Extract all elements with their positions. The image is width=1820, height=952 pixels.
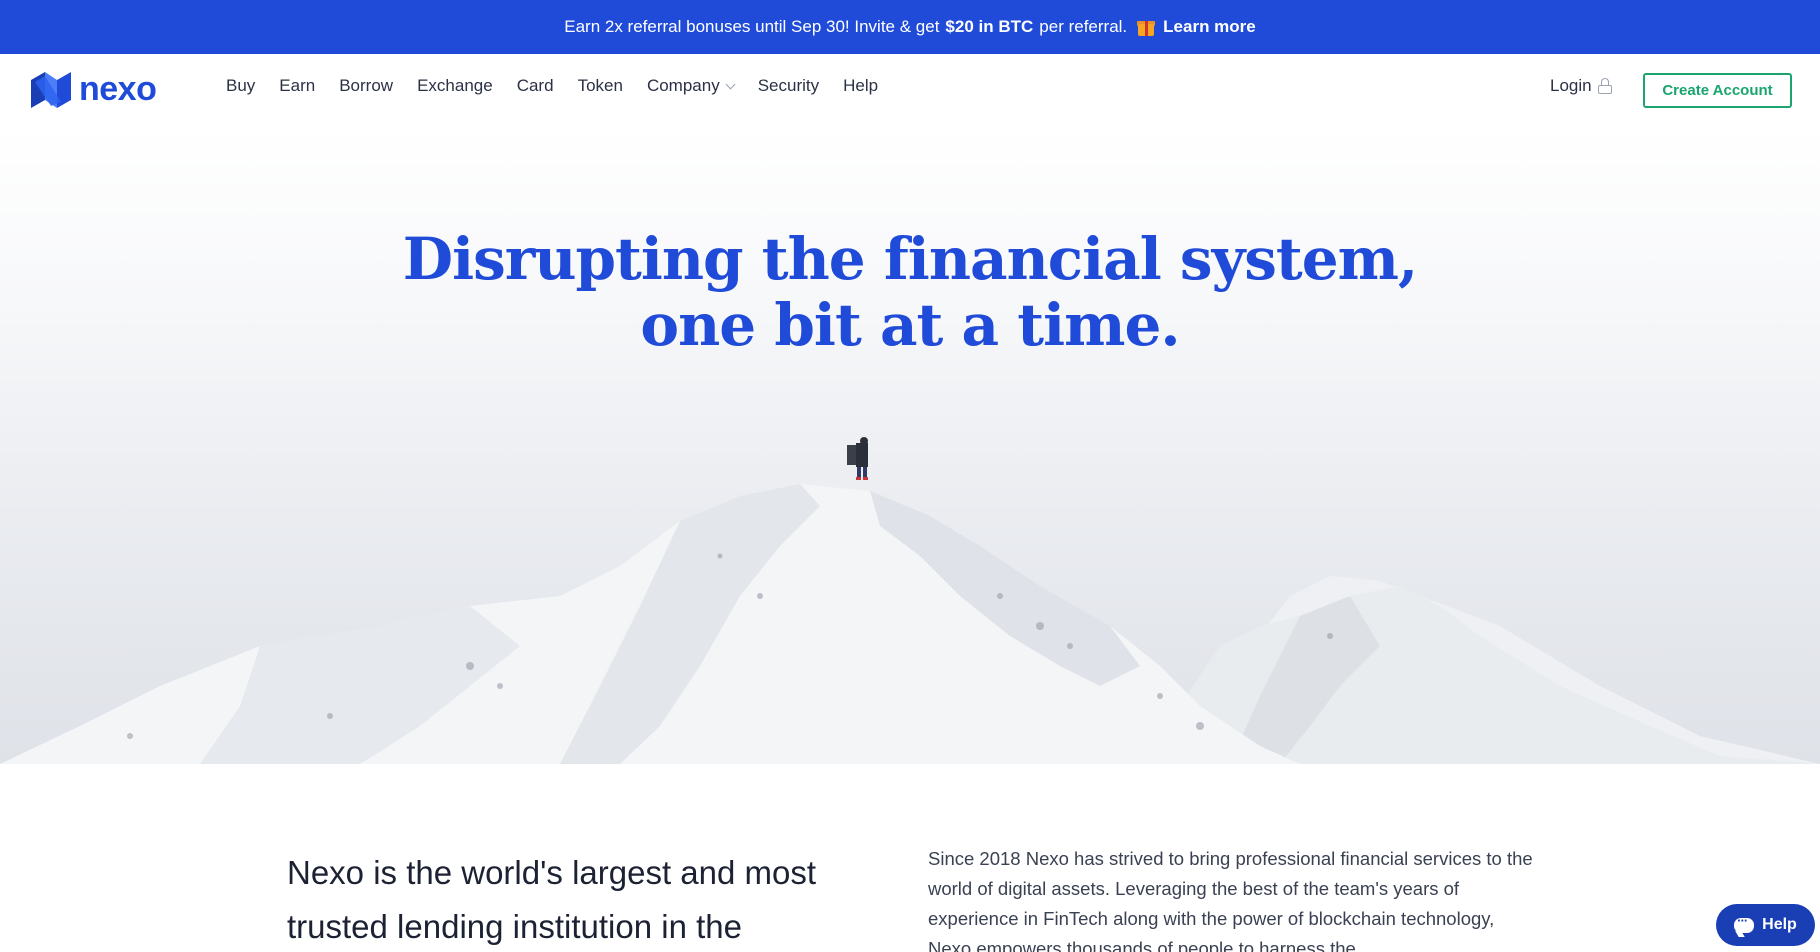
hero-title: Disrupting the financial system, one bit…: [0, 226, 1820, 358]
hero-title-line1: Disrupting the financial system,: [402, 225, 1418, 293]
learn-more-link[interactable]: Learn more: [1163, 17, 1256, 37]
create-account-button[interactable]: Create Account: [1643, 73, 1792, 108]
promo-text: Earn 2x referral bonuses until Sep 30! I…: [564, 17, 940, 36]
promo-text-after: per referral.: [1039, 17, 1128, 36]
help-chat-label: Help: [1762, 916, 1797, 933]
main-nav: Buy Earn Borrow Exchange Card Token Comp…: [226, 76, 902, 96]
gift-icon: [1137, 18, 1156, 36]
hero-section: Disrupting the financial system, one bit…: [0, 126, 1820, 764]
nav-company[interactable]: Company: [646, 76, 736, 96]
about-description: Since 2018 Nexo has strived to bring pro…: [928, 848, 1533, 952]
login-label: Login: [1550, 76, 1592, 95]
nav-exchange[interactable]: Exchange: [417, 76, 493, 96]
snowy-mountain-image: [0, 437, 1820, 764]
logo-wordmark: nexo: [79, 70, 157, 108]
nav-card[interactable]: Card: [517, 76, 554, 96]
nexo-logo-icon: [31, 71, 71, 108]
nav-company-label: Company: [646, 76, 720, 95]
nexo-logo[interactable]: nexo: [31, 70, 157, 109]
about-lead: Nexo is the world's largest and most tru…: [287, 854, 817, 945]
site-header: nexo Buy Earn Borrow Exchange Card Token…: [0, 54, 1820, 126]
nav-earn[interactable]: Earn: [279, 76, 315, 96]
nav-security[interactable]: Security: [758, 76, 819, 96]
promo-banner: Earn 2x referral bonuses until Sep 30! I…: [0, 0, 1820, 54]
login-link[interactable]: Login: [1550, 76, 1612, 96]
lock-icon: [1597, 78, 1612, 94]
chevron-down-icon: [725, 79, 736, 89]
hero-title-line2: one bit at a time.: [640, 291, 1180, 359]
nav-buy[interactable]: Buy: [226, 76, 255, 96]
nav-token[interactable]: Token: [578, 76, 623, 96]
help-chat-button[interactable]: Help: [1716, 904, 1815, 946]
promo-highlight: $20 in BTC: [945, 17, 1034, 36]
climber-figure: [847, 437, 868, 480]
nav-help[interactable]: Help: [843, 76, 878, 96]
nav-borrow[interactable]: Borrow: [339, 76, 393, 96]
chat-bubble-icon: [1734, 913, 1755, 933]
